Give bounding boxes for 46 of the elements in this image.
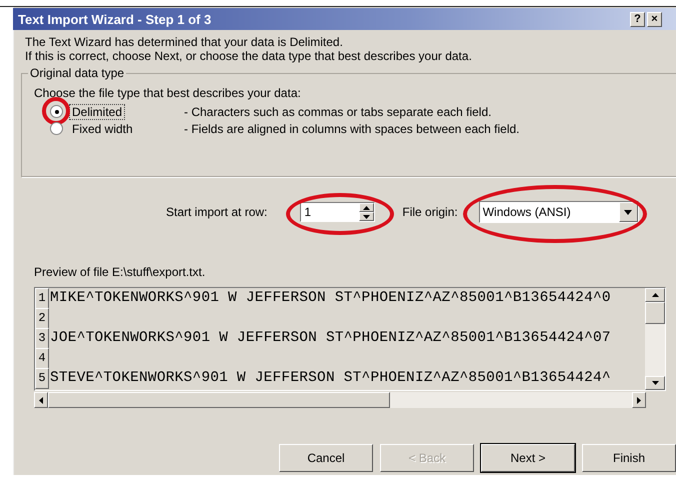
arrow-left-icon [39, 396, 43, 404]
group-label: Original data type [28, 66, 126, 80]
line-number: 2 [35, 308, 49, 328]
scroll-button[interactable] [34, 392, 48, 408]
option-label[interactable]: Fixed width [69, 120, 136, 136]
intro-text: If this is correct, choose Next, or choose the data type that best describes your data. [25, 49, 473, 63]
next-button[interactable]: Next > [481, 444, 575, 472]
preview-row-text: JOE^TOKENWORKS^901 W JEFFERSON ST^PHOENIZ^AZ^85001^B13654424^07 [50, 330, 611, 346]
cancel-button[interactable]: Cancel [279, 444, 373, 472]
arrow-right-icon [637, 396, 641, 404]
spin-up-button[interactable] [359, 203, 374, 212]
scroll-thumb[interactable] [48, 392, 390, 408]
arrow-down-icon [624, 210, 632, 214]
horizontal-scrollbar[interactable] [34, 392, 646, 408]
arrow-down-icon [652, 381, 658, 385]
line-number: 4 [35, 348, 49, 368]
arrow-down-icon [363, 214, 370, 218]
line-number: 5 [35, 368, 49, 388]
arrow-up-icon [363, 206, 370, 210]
line-number: 1 [35, 288, 49, 308]
scroll-thumb[interactable] [645, 302, 665, 324]
scroll-button[interactable] [645, 376, 665, 390]
spin-down-button[interactable] [359, 212, 374, 221]
option-description: - Fields are aligned in columns with spaces between each field. [184, 122, 520, 136]
radio-button[interactable] [50, 122, 63, 135]
help-button[interactable]: ? [630, 12, 645, 26]
file-origin-dropdown[interactable]: Windows (ANSI) [478, 201, 639, 223]
prompt-text: Choose the file type that best describes your data: [34, 86, 302, 100]
option-description: - Characters such as commas or tabs separate each field. [184, 104, 492, 118]
option-label[interactable]: Delimited [69, 104, 126, 120]
preview-row-text: MIKE^TOKENWORKS^901 W JEFFERSON ST^PHOENIZ^AZ^85001^B13654424^0 [50, 290, 611, 306]
radio-button[interactable] [50, 105, 63, 118]
window-title: Text Import Wizard - Step 1 of 3 [18, 12, 212, 26]
preview-row-text: STEVE^TOKENWORKS^901 W JEFFERSON ST^PHOENIZ^AZ^85001^B13654424^ [50, 370, 611, 386]
vertical-scrollbar[interactable] [645, 288, 665, 390]
preview-label: Preview of file E:\stuff\export.txt. [34, 265, 206, 279]
arrow-up-icon [652, 293, 658, 297]
scroll-button[interactable] [645, 288, 665, 302]
scroll-button[interactable] [632, 392, 646, 408]
start-row-label: Start import at row: [166, 205, 268, 219]
start-row-spinner[interactable]: 1 [300, 202, 376, 222]
intro-text: The Text Wizard has determined that your data is Delimited. [25, 35, 344, 49]
line-number: 3 [35, 328, 49, 348]
file-origin-label: File origin: [402, 205, 458, 219]
close-button[interactable]: × [647, 12, 662, 26]
finish-button[interactable]: Finish [582, 444, 676, 472]
